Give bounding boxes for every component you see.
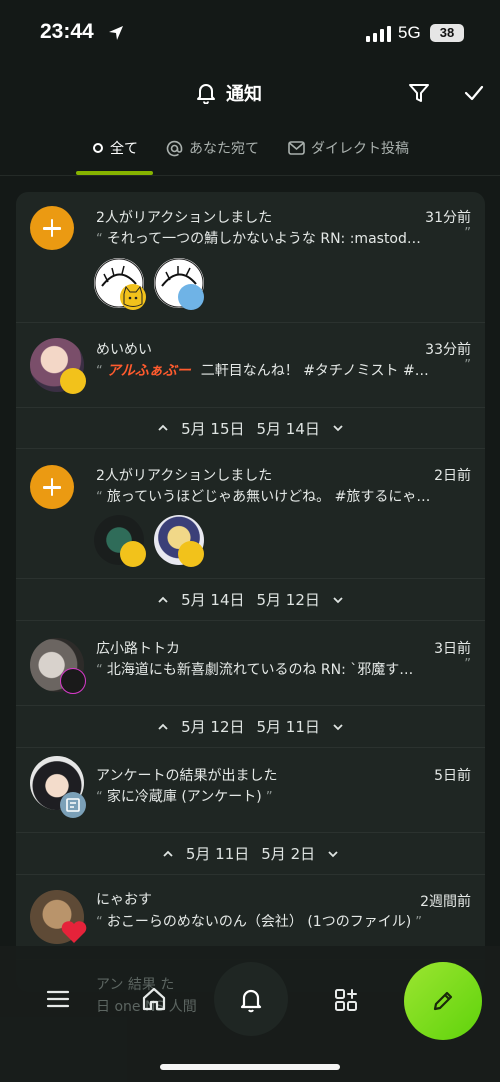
notification-item[interactable]: 2人がリアクションしました 2日前 “ 旅っていうほどじゃあ無いけどね。 #旅す…: [16, 449, 485, 579]
chevron-up-icon: [158, 723, 168, 730]
status-bar: 23:44 5G 38: [0, 0, 500, 64]
poll-badge-icon: [60, 792, 86, 818]
tab-all-label: 全て: [110, 141, 138, 157]
chevron-up-icon: [158, 596, 168, 603]
date-separator: 5月 12日 5月 11日: [16, 706, 485, 748]
chevron-down-icon: [328, 850, 338, 857]
mail-icon: [288, 141, 305, 155]
notification-item[interactable]: めいめい 33分前 “ アルふぁぶー 二軒目なんね！ #タチノミスト #… ”: [16, 323, 485, 408]
notification-item[interactable]: 広小路トトカ 3日前 “ 北海道にも新喜劇流れているのね RN: `邪魔す… ”: [16, 621, 485, 706]
network-label: 5G: [398, 23, 421, 42]
date-older: 5月 2日: [261, 845, 316, 863]
location-arrow-icon: [109, 26, 123, 40]
page-title: 通知: [226, 84, 262, 105]
date-newer: 5月 15日: [181, 419, 245, 438]
date-separator: 5月 14日 5月 12日: [16, 579, 485, 621]
notification-item[interactable]: アンケートの結果が出ました 5日前 “ 家に冷蔵庫 (アンケート) ”: [16, 748, 485, 833]
battery-icon: 38: [430, 24, 464, 42]
tab-mentions[interactable]: あなた宛て: [166, 138, 259, 158]
compose-button[interactable]: [404, 962, 482, 1040]
header-title-group: 通知: [196, 80, 262, 106]
circle-icon: [93, 143, 103, 153]
home-icon[interactable]: [141, 986, 167, 1012]
notification-item[interactable]: 2人がリアクションしました 31分前 “ それって一つの鯖しかないような RN:…: [16, 192, 485, 323]
chevron-down-icon: [333, 596, 343, 603]
notification-title: アンケートの結果が出ました: [96, 768, 278, 784]
date-older: 5月 14日: [256, 419, 320, 438]
date-older: 5月 12日: [256, 591, 320, 609]
emoji-badge-icon: [60, 668, 86, 694]
notification-body: “ 旅っていうほどじゃあ無いけどね。 #旅するにゃ…: [96, 489, 431, 505]
notification-title: 広小路トトカ: [96, 641, 180, 657]
tab-mentions-label: あなた宛て: [189, 141, 259, 157]
mark-all-read-icon[interactable]: [463, 82, 485, 104]
home-indicator: [160, 1064, 340, 1070]
notification-title: 2人がリアクションしました: [96, 468, 273, 484]
plus-icon: [30, 465, 74, 509]
notification-time: 33分前: [425, 342, 471, 358]
quote-end-icon: ”: [464, 358, 471, 373]
status-time: 23:44: [40, 20, 94, 43]
notification-body: “ おこーらのめないのん（会社） (1つのファイル) ”: [96, 914, 423, 930]
filter-icon[interactable]: [408, 82, 430, 104]
date-older: 5月 11日: [256, 718, 320, 736]
date-separator: 5月 11日 5月 2日: [16, 833, 485, 875]
notification-time: 2週間前: [420, 894, 471, 910]
bell-icon: [197, 84, 215, 104]
tab-direct[interactable]: ダイレクト投稿: [288, 138, 409, 158]
widgets-icon[interactable]: [333, 987, 359, 1013]
notification-list: 2人がリアクションしました 31分前 “ それって一つの鯖しかないような RN:…: [16, 192, 485, 992]
date-newer: 5月 14日: [181, 591, 245, 609]
tab-bar: 全て あなた宛て ダイレクト投稿: [0, 128, 500, 176]
date-separator: 5月 15日 5月 14日: [16, 408, 485, 449]
cat-emoji-badge-icon: [178, 541, 204, 567]
signal-icon: [366, 26, 391, 42]
notification-body: “ 北海道にも新喜劇流れているのね RN: `邪魔す…: [96, 662, 414, 678]
chevron-down-icon: [333, 723, 343, 730]
chevron-up-icon: [158, 424, 168, 431]
cat-emoji-badge-icon: [120, 284, 146, 310]
custom-emoji-text: アルふぁぶー: [106, 363, 191, 379]
tab-active-indicator: [76, 171, 153, 175]
cat-emoji-badge-icon: [60, 368, 86, 394]
cat-emoji-badge-icon: [120, 541, 146, 567]
notifications-nav-button[interactable]: [214, 962, 288, 1036]
notification-title: めいめい: [96, 342, 152, 358]
tab-direct-label: ダイレクト投稿: [311, 141, 409, 157]
quote-end-icon: ”: [464, 657, 471, 672]
tab-all[interactable]: 全て: [92, 138, 138, 158]
date-newer: 5月 11日: [185, 845, 250, 863]
at-icon: [166, 140, 183, 156]
emoji-badge-icon: [178, 284, 204, 310]
quote-end-icon: ”: [464, 226, 471, 241]
chevron-down-icon: [333, 425, 343, 432]
header: 通知: [0, 70, 500, 114]
notification-body: “ それって一つの鯖しかないような RN: :mastod…: [96, 231, 421, 247]
date-newer: 5月 12日: [181, 718, 245, 736]
bell-icon: [240, 989, 262, 1013]
notification-body: “ アルふぁぶー 二軒目なんね！ #タチノミスト #…: [96, 363, 429, 379]
notification-body: “ 家に冷蔵庫 (アンケート) ”: [96, 789, 273, 805]
chevron-up-icon: [163, 850, 173, 857]
notification-time: 3日前: [434, 641, 471, 657]
plus-icon: [30, 206, 74, 250]
pencil-icon: [433, 991, 453, 1011]
notification-time: 31分前: [425, 210, 471, 226]
heart-icon: [61, 921, 87, 943]
menu-icon[interactable]: [46, 988, 70, 1010]
notification-time: 5日前: [434, 768, 471, 784]
notification-time: 2日前: [434, 468, 471, 484]
notification-title: にゃおす: [96, 892, 152, 908]
notification-title: 2人がリアクションしました: [96, 210, 273, 226]
